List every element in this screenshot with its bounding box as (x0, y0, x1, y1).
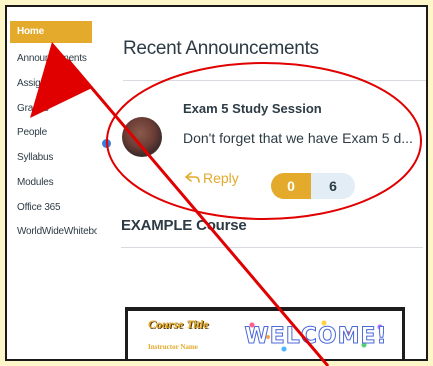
canvas-page: Home Announcements Assignments Grades Pe… (5, 5, 428, 361)
announcement-title[interactable]: Exam 5 Study Session (183, 101, 322, 116)
avatar[interactable] (122, 117, 162, 157)
reply-arrow-icon (185, 172, 200, 183)
nav-worldwidewhiteboard[interactable]: WorldWideWhiteboard (7, 225, 97, 253)
nav-announcements[interactable]: Announcements (7, 51, 103, 67)
nav-people[interactable]: People (7, 125, 103, 141)
page-title: Recent Announcements (123, 38, 319, 59)
banner-inner: Course Title Instructor Name WELCOME! (128, 311, 402, 359)
nav-home[interactable]: Home (10, 21, 92, 43)
nav-assignments[interactable]: Assignments (7, 76, 103, 92)
course-nav: Home Announcements Assignments Grades Pe… (7, 7, 103, 359)
course-heading: EXAMPLE Course (121, 217, 247, 234)
announcement-preview: Don't forget that we have Exam 5 d... (183, 130, 413, 146)
unread-dot-icon (102, 139, 111, 148)
divider (121, 247, 423, 248)
course-banner: Course Title Instructor Name WELCOME! (125, 307, 405, 359)
nav-grades[interactable]: Grades (7, 101, 103, 117)
reply-label: Reply (203, 170, 239, 186)
nav-office-365[interactable]: Office 365 (7, 200, 103, 216)
total-count: 6 (311, 173, 355, 199)
banner-course-title: Course Title (148, 317, 209, 331)
unread-count: 0 (271, 173, 311, 199)
reply-count-pill: 0 6 (271, 173, 355, 199)
reply-button[interactable]: Reply (185, 170, 239, 186)
nav-syllabus[interactable]: Syllabus (7, 150, 103, 166)
banner-welcome: WELCOME! (236, 317, 396, 357)
divider (123, 80, 426, 81)
nav-modules[interactable]: Modules (7, 175, 103, 191)
banner-instructor: Instructor Name (148, 343, 198, 351)
